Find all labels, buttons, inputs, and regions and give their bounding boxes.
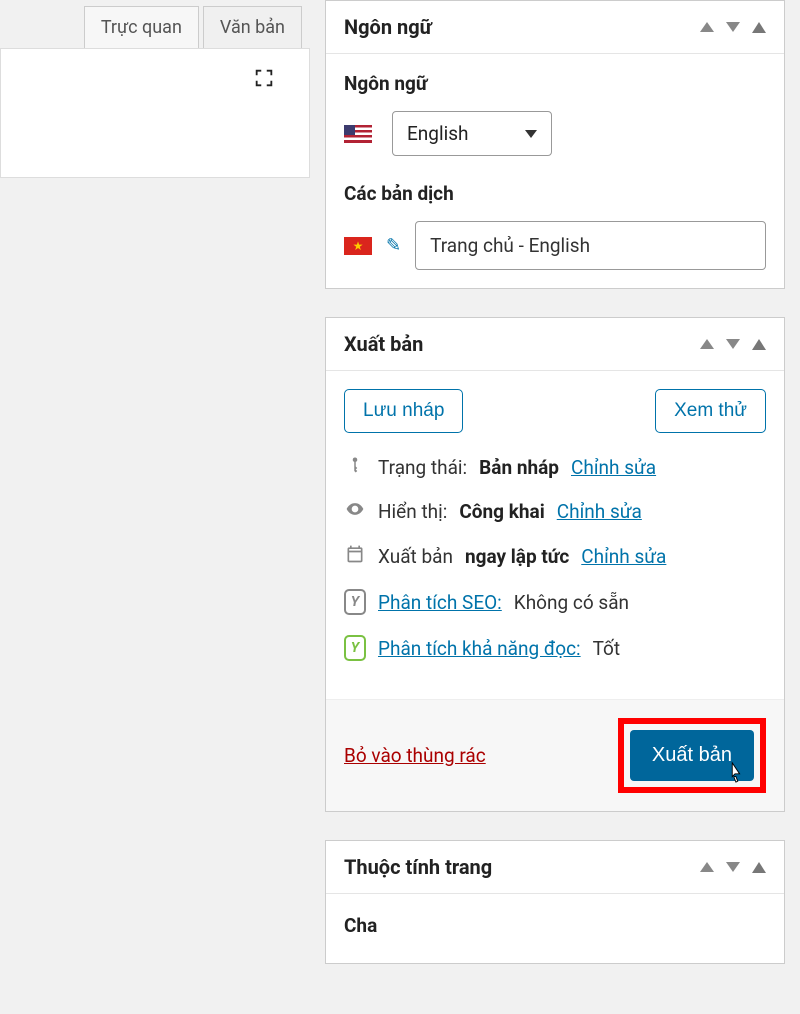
edit-translation-icon[interactable]: ✎ (386, 235, 401, 256)
move-up-icon[interactable] (700, 339, 714, 349)
move-to-trash-link[interactable]: Bỏ vào thùng rác (344, 744, 486, 767)
parent-label: Cha (344, 914, 766, 937)
flag-us-icon (344, 125, 372, 143)
publish-date-label: Xuất bản (378, 545, 453, 568)
translation-input[interactable]: Trang chủ - English (415, 221, 766, 270)
preview-button[interactable]: Xem thử (655, 389, 766, 433)
save-draft-button[interactable]: Lưu nháp (344, 389, 463, 433)
seo-row: Y Phân tích SEO: Không có sẵn (344, 589, 766, 615)
fullscreen-icon[interactable] (253, 67, 275, 93)
readability-value: Tốt (593, 637, 620, 660)
eye-icon (344, 499, 366, 524)
collapse-icon[interactable] (752, 862, 766, 873)
collapse-icon[interactable] (752, 22, 766, 33)
seo-analysis-link[interactable]: Phân tích SEO: (378, 591, 502, 614)
collapse-icon[interactable] (752, 339, 766, 350)
publish-metabox: Xuất bản Lưu nháp Xem thử Trạng thái: (325, 317, 785, 812)
readability-row: Y Phân tích khả năng đọc: Tốt (344, 635, 766, 661)
language-metabox-title: Ngôn ngữ (344, 15, 432, 39)
visibility-label: Hiển thị: (378, 500, 447, 523)
publish-metabox-title: Xuất bản (344, 332, 423, 356)
status-value: Bản nháp (479, 456, 559, 479)
status-label: Trạng thái: (378, 456, 467, 479)
move-down-icon[interactable] (726, 862, 740, 872)
edit-publish-date-link[interactable]: Chỉnh sửa (581, 545, 666, 568)
language-metabox: Ngôn ngữ Ngôn ngữ English Các bản dịch (325, 0, 785, 289)
move-down-icon[interactable] (726, 22, 740, 32)
tab-visual[interactable]: Trực quan (84, 6, 199, 49)
page-attributes-metabox: Thuộc tính trang Cha (325, 840, 785, 964)
language-select-value: English (407, 122, 468, 145)
publish-button[interactable]: Xuất bản (630, 730, 754, 781)
translations-label: Các bản dịch (344, 182, 766, 205)
publish-date-value: ngay lập tức (465, 545, 569, 568)
chevron-down-icon (525, 130, 537, 138)
publish-date-row: Xuất bản ngay lập tức Chỉnh sửa (344, 544, 766, 569)
edit-status-link[interactable]: Chỉnh sửa (571, 456, 656, 479)
readability-analysis-link[interactable]: Phân tích khả năng đọc: (378, 637, 581, 660)
editor-tabs: Trực quan Văn bản (0, 0, 310, 49)
move-up-icon[interactable] (700, 22, 714, 32)
seo-value: Không có sẵn (514, 591, 629, 614)
tab-text[interactable]: Văn bản (203, 6, 302, 49)
page-attributes-title: Thuộc tính trang (344, 855, 492, 879)
highlight-annotation: Xuất bản (618, 718, 766, 793)
move-down-icon[interactable] (726, 339, 740, 349)
yoast-seo-icon: Y (344, 589, 366, 615)
editor-content-area[interactable] (0, 48, 310, 178)
flag-vn-icon: ★ (344, 237, 372, 255)
visibility-value: Công khai (459, 500, 544, 523)
status-row: Trạng thái: Bản nháp Chỉnh sửa (344, 455, 766, 479)
language-select[interactable]: English (392, 111, 552, 156)
move-up-icon[interactable] (700, 862, 714, 872)
calendar-icon (344, 544, 366, 569)
edit-visibility-link[interactable]: Chỉnh sửa (557, 500, 642, 523)
yoast-readability-icon: Y (344, 635, 366, 661)
key-icon (344, 455, 366, 479)
language-field-label: Ngôn ngữ (344, 72, 766, 95)
visibility-row: Hiển thị: Công khai Chỉnh sửa (344, 499, 766, 524)
